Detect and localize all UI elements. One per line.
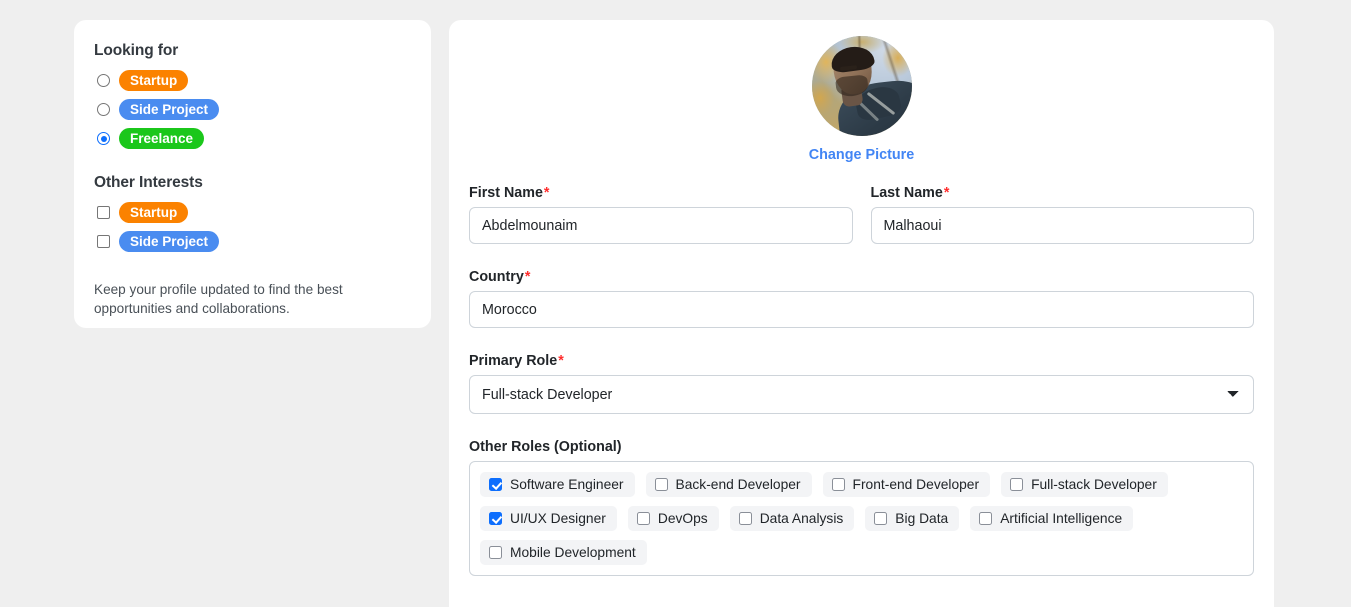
country-field-group: Country* <box>469 269 1254 328</box>
name-fields-row: First Name* Last Name* <box>469 185 1254 244</box>
looking-for-radio-freelance[interactable] <box>97 132 110 145</box>
role-chip-big-data[interactable]: Big Data <box>865 506 960 531</box>
role-checkbox-artificial-intelligence[interactable] <box>979 512 993 525</box>
role-chip-label: Back-end Developer <box>675 477 801 492</box>
role-chip-label: DevOps <box>657 511 708 526</box>
role-checkbox-full-stack-developer[interactable] <box>1010 478 1024 491</box>
other-interests-option-side-project[interactable]: Side Project <box>94 230 411 253</box>
looking-for-radio-side-project[interactable] <box>97 103 110 116</box>
role-chip-full-stack-developer[interactable]: Full-stack Developer <box>1001 472 1168 497</box>
other-roles-chips-container: Software Engineer Back-end Developer Fro… <box>469 461 1254 576</box>
primary-role-required-asterisk: * <box>558 353 564 369</box>
role-chip-artificial-intelligence[interactable]: Artificial Intelligence <box>970 506 1134 531</box>
role-chip-label: Artificial Intelligence <box>1000 511 1123 526</box>
other-roles-label: Other Roles (Optional) <box>469 439 622 455</box>
role-chip-label: Full-stack Developer <box>1031 477 1157 492</box>
role-chip-label: Front-end Developer <box>852 477 980 492</box>
first-name-label-text: First Name <box>469 185 543 201</box>
primary-role-label: Primary Role* <box>469 353 1254 369</box>
role-checkbox-devops[interactable] <box>636 512 650 525</box>
role-chip-label: Mobile Development <box>510 545 636 560</box>
other-interests-option-startup[interactable]: Startup <box>94 201 411 224</box>
country-label-text: Country <box>469 269 524 285</box>
role-chip-mobile-development[interactable]: Mobile Development <box>480 540 647 565</box>
profile-form-card: Change Picture First Name* Last Name* Co… <box>449 20 1274 607</box>
looking-for-badge-startup: Startup <box>119 70 189 91</box>
role-checkbox-front-end-developer[interactable] <box>831 478 845 491</box>
role-chip-ui-ux-designer[interactable]: UI/UX Designer <box>480 506 617 531</box>
first-name-field-group: First Name* <box>469 185 853 244</box>
profile-settings-page: Looking for Startup Side Project Freelan… <box>0 0 1351 607</box>
role-chip-front-end-developer[interactable]: Front-end Developer <box>822 472 991 497</box>
role-checkbox-data-analysis[interactable] <box>738 512 752 525</box>
first-name-label: First Name* <box>469 185 853 201</box>
looking-for-option-freelance[interactable]: Freelance <box>94 127 411 150</box>
other-interests-badge-side-project: Side Project <box>119 231 220 252</box>
looking-for-badge-freelance: Freelance <box>119 128 205 149</box>
sidebar-help-text: Keep your profile updated to find the be… <box>94 282 343 317</box>
first-name-input[interactable] <box>469 207 853 244</box>
other-interests-checkbox-side-project[interactable] <box>97 235 110 248</box>
change-picture-link[interactable]: Change Picture <box>809 147 915 163</box>
role-chip-software-engineer[interactable]: Software Engineer <box>480 472 635 497</box>
role-chip-label: Big Data <box>895 511 949 526</box>
looking-for-badge-side-project: Side Project <box>119 99 220 120</box>
role-chip-label: Data Analysis <box>759 511 844 526</box>
role-checkbox-software-engineer[interactable] <box>489 478 502 491</box>
country-label: Country* <box>469 269 1254 285</box>
avatar-section: Change Picture <box>469 36 1254 163</box>
primary-role-label-text: Primary Role <box>469 353 558 369</box>
last-name-label: Last Name* <box>871 185 1255 201</box>
preferences-sidebar-card: Looking for Startup Side Project Freelan… <box>74 20 431 328</box>
primary-role-select[interactable]: Full-stack Developer <box>469 375 1254 414</box>
role-checkbox-back-end-developer[interactable] <box>654 478 668 491</box>
role-chip-back-end-developer[interactable]: Back-end Developer <box>645 472 812 497</box>
first-name-required-asterisk: * <box>543 185 550 201</box>
looking-for-radio-startup[interactable] <box>97 74 110 87</box>
role-checkbox-big-data[interactable] <box>874 512 888 525</box>
other-interests-checkbox-startup[interactable] <box>97 206 110 219</box>
looking-for-heading: Looking for <box>94 42 179 59</box>
last-name-label-text: Last Name <box>870 185 943 201</box>
role-chip-label: Software Engineer <box>510 477 624 492</box>
looking-for-option-startup[interactable]: Startup <box>94 69 411 92</box>
looking-for-option-side-project[interactable]: Side Project <box>94 98 411 121</box>
role-checkbox-mobile-development[interactable] <box>489 546 502 559</box>
role-chip-label: UI/UX Designer <box>510 511 606 526</box>
country-required-asterisk: * <box>524 269 531 285</box>
country-input[interactable] <box>469 291 1254 328</box>
primary-role-field-group: Primary Role* Full-stack Developer <box>469 353 1254 414</box>
other-interests-badge-startup: Startup <box>119 202 189 223</box>
avatar[interactable] <box>811 36 912 136</box>
role-checkbox-ui-ux-designer[interactable] <box>489 512 502 525</box>
role-chip-devops[interactable]: DevOps <box>627 506 719 531</box>
other-roles-field-group: Other Roles (Optional) Software Engineer… <box>469 439 1254 576</box>
last-name-input[interactable] <box>870 207 1254 244</box>
other-interests-heading: Other Interests <box>94 174 203 191</box>
last-name-field-group: Last Name* <box>870 185 1255 244</box>
role-chip-data-analysis[interactable]: Data Analysis <box>729 506 855 531</box>
last-name-required-asterisk: * <box>943 185 950 201</box>
